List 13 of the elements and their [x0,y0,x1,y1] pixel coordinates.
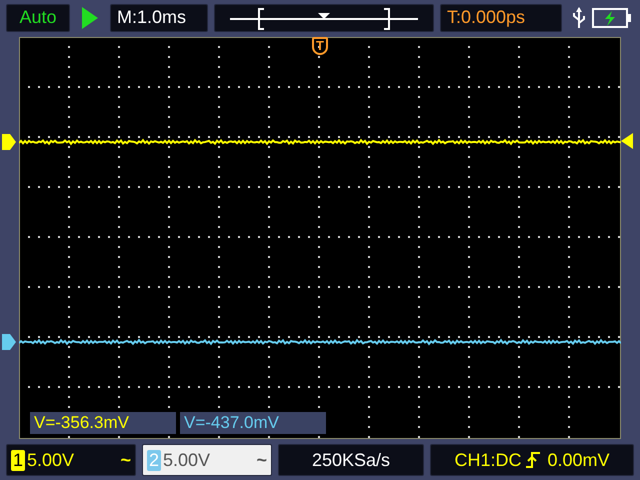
trigger-source-label: CH1:DC [454,450,522,471]
channel-marker-icon[interactable] [2,334,16,350]
timebase-label: M:1.0ms [110,4,208,32]
trigger-level-label: 0.00mV [547,450,610,471]
mode-label: Auto [6,4,70,32]
trigger-marker: T [312,36,328,55]
voltage-measurement: V=-437.0mV [180,412,326,434]
channel-scale-button[interactable]: 1 5.00V ~ [6,444,136,476]
voltage-measurement: V=-356.3mV [30,412,176,434]
channel-marker-icon[interactable] [2,134,16,150]
channel-scale-button[interactable]: 2 5.00V ~ [142,444,272,476]
trigger-time-label: T:0.000ps [440,4,562,32]
sample-rate-label: 250KSa/s [278,444,424,476]
